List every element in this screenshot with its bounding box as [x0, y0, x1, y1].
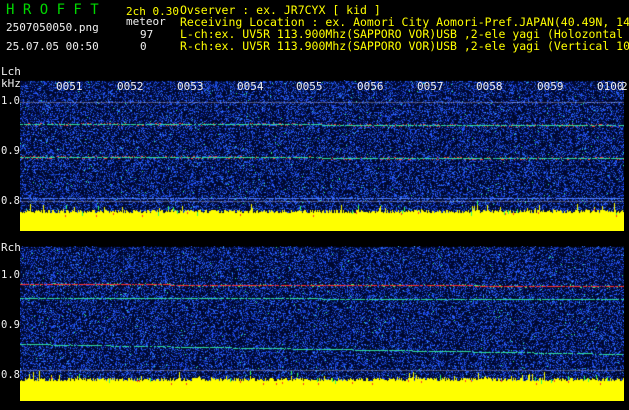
lch-label: Lch [1, 65, 21, 78]
rch-tick-0.8: 0.8 [1, 369, 20, 381]
rch-info-line: R-ch:ex. UV5R 113.900Mhz(SAPPORO VOR)USB… [180, 39, 629, 53]
lch-tick-0.8: 0.8 [1, 195, 20, 207]
time-mark-0100: 0100 [597, 80, 624, 93]
time-mark-0052: 0052 [117, 80, 144, 93]
time-mark-0059: 0059 [537, 80, 564, 93]
app-logo: H R O F F T [6, 2, 99, 18]
lch-tick-1.0: 1.0 [1, 95, 20, 107]
time-mark-0054: 0054 [237, 80, 264, 93]
time-mark-0056: 0056 [357, 80, 384, 93]
rch-spectrogram [20, 246, 624, 401]
mode-label: meteor [126, 15, 166, 28]
time-mark-2: 2 [621, 80, 628, 93]
khz-unit: kHz [1, 77, 21, 90]
time-mark-0053: 0053 [177, 80, 204, 93]
lch-tick-0.9: 0.9 [1, 145, 20, 157]
rch-tick-1.0: 1.0 [1, 269, 20, 281]
time-mark-0051: 0051 [56, 80, 83, 93]
file-name: 2507050050.png [6, 21, 99, 34]
time-mark-0057: 0057 [417, 80, 444, 93]
hroffft-window: H R O F F T 2ch 0.30 2507050050.png mete… [0, 0, 629, 410]
lch-spectrogram [20, 80, 624, 231]
rch-count: 0 [140, 40, 147, 53]
file-datetime: 25.07.05 00:50 [6, 40, 99, 53]
lch-count: 97 [140, 28, 154, 41]
time-mark-0058: 0058 [476, 80, 503, 93]
time-mark-0055: 0055 [296, 80, 323, 93]
rch-tick-0.9: 0.9 [1, 319, 20, 331]
rch-label: Rch [1, 241, 21, 254]
